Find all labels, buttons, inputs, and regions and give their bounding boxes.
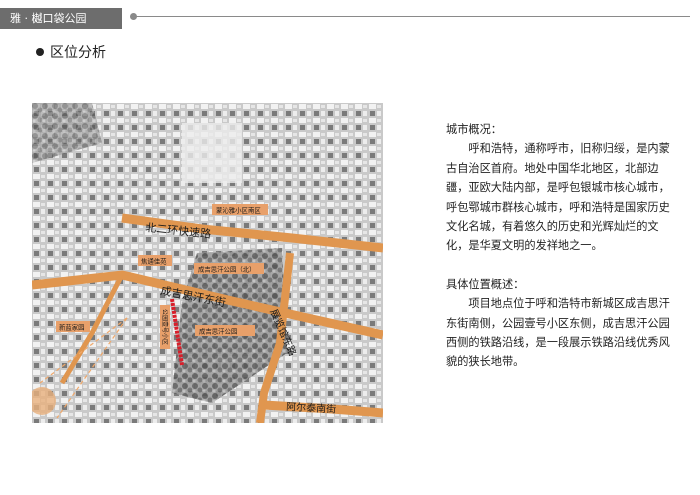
map-svg: 蒙沁雅小区南区 焦通佳苑 成吉思汗公园（北） 公园壹号小区 成吉思汗公园 新蓝家…	[32, 103, 383, 423]
section-title: 区位分析	[50, 45, 106, 61]
place-label-1: 蒙沁雅小区南区	[216, 206, 261, 215]
place-label-4: 公园壹号小区	[161, 309, 169, 345]
overview-body: 呼和浩特，通称呼市，旧称归绥，是内蒙古自治区首府。地处中国华北地区，北部边疆，亚…	[446, 142, 670, 253]
section-heading: 区位分析	[36, 42, 106, 62]
place-label-3: 成吉思汗公园（北）	[198, 265, 256, 274]
location-map: 蒙沁雅小区南区 焦通佳苑 成吉思汗公园（北） 公园壹号小区 成吉思汗公园 新蓝家…	[32, 103, 383, 423]
header-title: 雅 · 樾口袋公园	[10, 12, 87, 25]
place-label-5: 成吉思汗公园	[199, 327, 237, 336]
open-lot	[182, 123, 242, 183]
location-body: 项目地点位于呼和浩特市新城区成吉思汗东街南侧，公园壹号小区东侧，成吉思汗公园西侧…	[446, 297, 670, 369]
place-label-2: 焦通佳苑	[141, 257, 167, 266]
place-label-6: 新蓝家园	[59, 323, 85, 332]
location-heading: 具体位置概述：	[446, 277, 525, 291]
bullet-icon	[36, 48, 44, 56]
description-panel: 城市概况： 呼和浩特，通称呼市，旧称归绥，是内蒙古自治区首府。地处中国华北地区，…	[446, 120, 671, 372]
overview-heading: 城市概况：	[446, 123, 502, 136]
header-tab: 雅 · 樾口袋公园	[0, 8, 122, 29]
header-divider	[134, 16, 690, 17]
